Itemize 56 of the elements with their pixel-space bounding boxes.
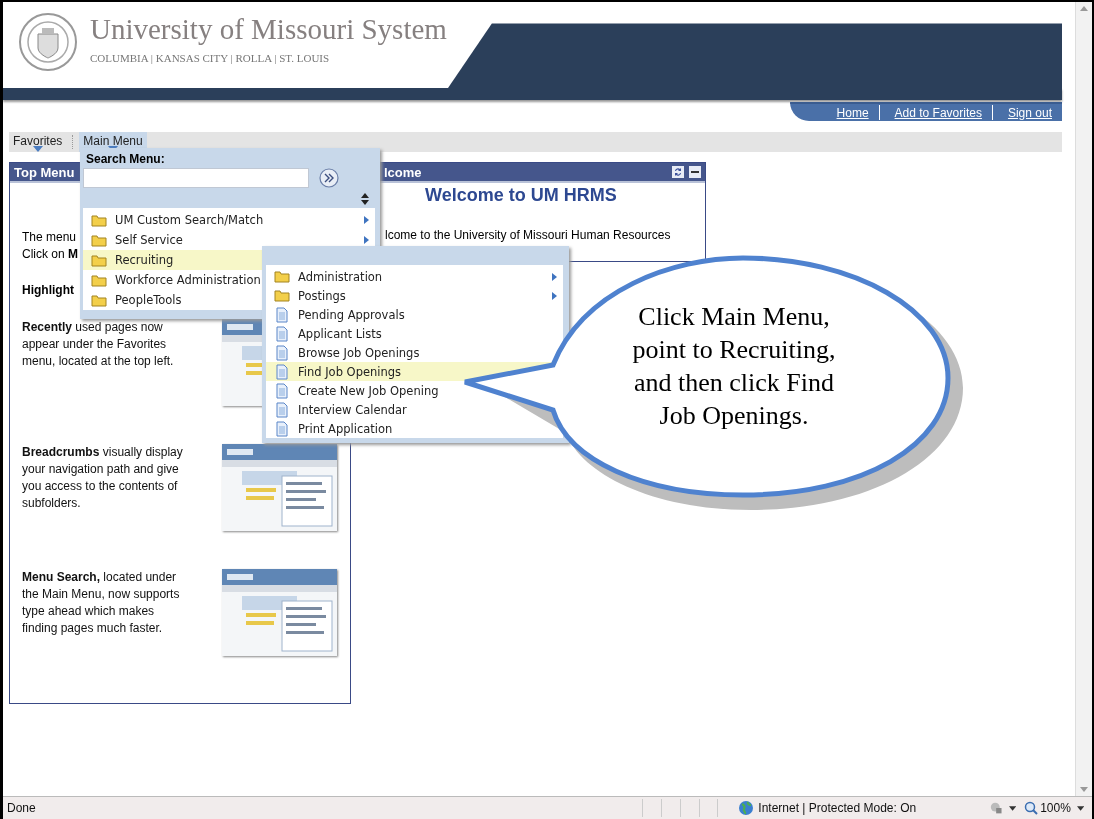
document-icon: [276, 344, 288, 361]
folder-icon: [274, 289, 290, 302]
menu-item[interactable]: Pending Approvals: [266, 305, 563, 324]
vertical-scrollbar[interactable]: [1075, 2, 1092, 796]
caret-icon[interactable]: [1076, 805, 1084, 811]
submenu-arrow-icon: [364, 236, 369, 244]
document-icon: [276, 382, 288, 399]
search-go-icon[interactable]: [319, 168, 339, 188]
document-icon: [276, 420, 288, 437]
intro-text: Click on M: [22, 246, 78, 263]
folder-icon: [91, 293, 107, 307]
document-icon: [276, 363, 288, 380]
folder-icon: [91, 213, 107, 227]
menu-item[interactable]: Self Service: [83, 230, 375, 250]
header-link[interactable]: Add to Favorites: [879, 105, 992, 120]
sort-icon[interactable]: [361, 193, 369, 205]
nav-menu[interactable]: Favorites: [9, 132, 67, 152]
security-zone: Internet | Protected Mode: On: [758, 801, 917, 815]
callout-text: Click Main Menu, point to Recruiting, and then click Find Job Openings.: [631, 301, 837, 432]
document-icon: [276, 325, 288, 342]
search-menu-label: Search Menu:: [85, 152, 166, 166]
university-seal-icon: [18, 12, 78, 72]
feature-description: Recently used pages now appear under the Favorites menu, located at the top left.: [22, 319, 175, 370]
welcome-text: lcome to the University of Missouri Human Resources: [385, 228, 671, 242]
security-icon[interactable]: [988, 800, 1003, 816]
panel-title: lcome: [384, 164, 422, 180]
welcome-heading: Welcome to UM HRMS: [425, 185, 617, 206]
scroll-up-icon[interactable]: [1080, 6, 1088, 11]
menu-item[interactable]: Postings: [266, 286, 563, 305]
scroll-down-icon[interactable]: [1080, 787, 1088, 792]
menu-item[interactable]: Administration: [266, 267, 563, 286]
feature-description: Menu Search, located under the Main Menu, now supports type ahead which makes finding pages much faster.: [22, 569, 181, 637]
minimize-icon[interactable]: [689, 166, 701, 178]
header-link[interactable]: Home: [821, 105, 879, 120]
menu-item[interactable]: UM Custom Search/Match: [83, 210, 375, 230]
panel-title: Top Menu: [13, 164, 75, 180]
document-icon: [276, 306, 288, 323]
zoom-level[interactable]: 100%: [1024, 801, 1071, 815]
globe-icon: [738, 800, 755, 816]
folder-icon: [91, 253, 107, 267]
magnifier-icon: [1024, 801, 1039, 815]
intro-text: The menu: [22, 229, 77, 246]
document-icon: [276, 401, 288, 418]
caret-icon[interactable]: [1008, 805, 1017, 811]
campus-list: COLUMBIA | KANSAS CITY | ROLLA | ST. LOUIS: [90, 52, 447, 64]
highlights-heading: Highlight: [22, 283, 74, 297]
menu-item[interactable]: Applicant Lists: [266, 324, 563, 343]
folder-icon: [91, 233, 107, 247]
folder-icon: [91, 273, 107, 287]
submenu-arrow-icon: [364, 216, 369, 224]
status-text: Done: [6, 801, 37, 815]
university-title: University of Missouri System: [90, 12, 447, 46]
refresh-icon[interactable]: [672, 166, 684, 178]
feature-description: Breadcrumbs visually display your navigation path and give you access to the contents of subfolders.: [22, 444, 184, 512]
search-field[interactable]: [83, 168, 309, 188]
header-link[interactable]: Sign out: [992, 105, 1062, 120]
